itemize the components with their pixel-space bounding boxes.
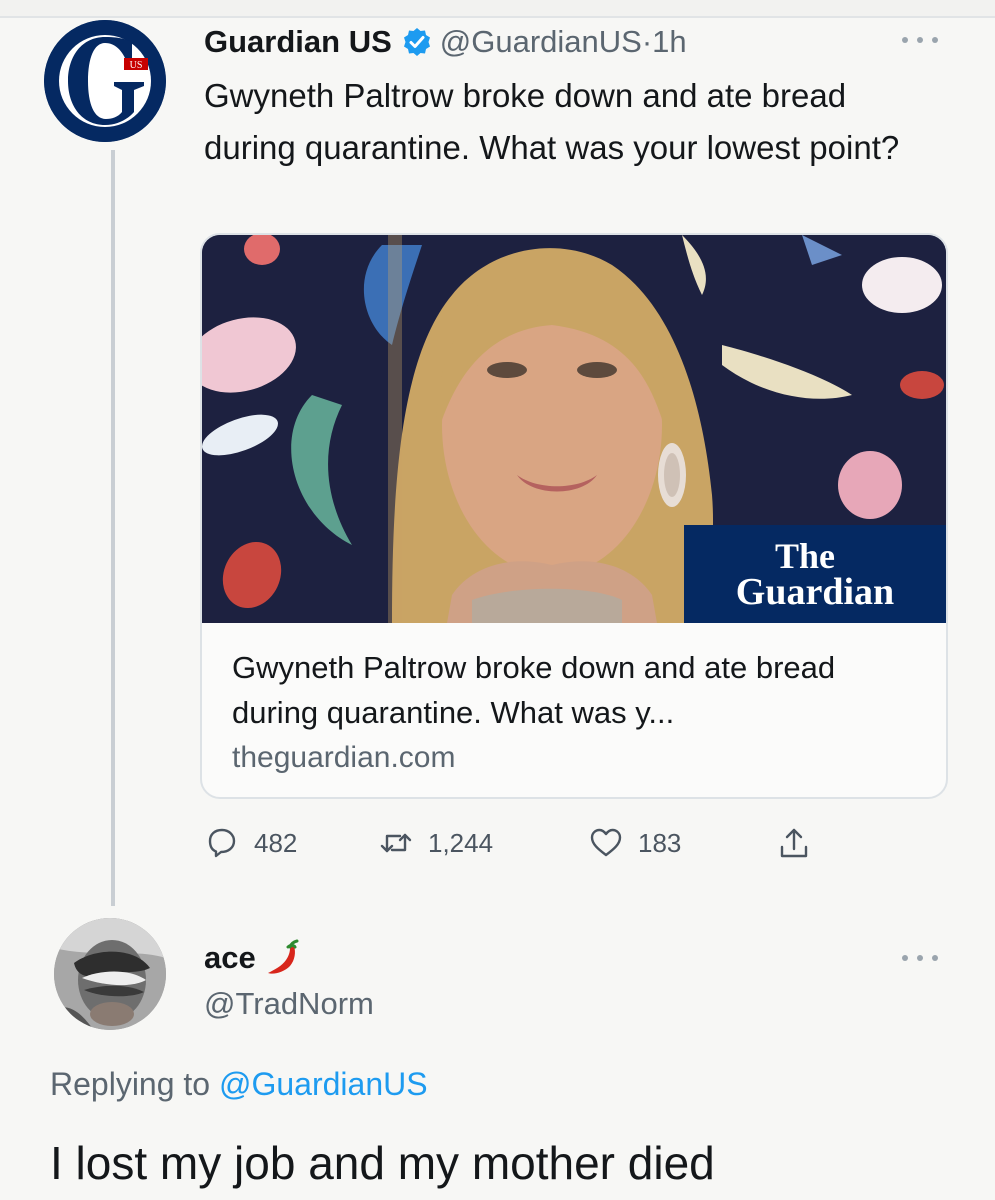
card-domain: theguardian.com: [232, 741, 456, 774]
replying-mention-link[interactable]: @GuardianUS: [219, 1066, 428, 1102]
reply-count: 482: [254, 827, 298, 858]
reply-text: I lost my job and my mother died: [50, 1137, 715, 1189]
top-divider: [0, 0, 995, 18]
reply-author-row: ace: [204, 936, 304, 980]
author-handle[interactable]: @GuardianUS: [440, 24, 642, 60]
reply-author-name[interactable]: ace: [204, 940, 256, 976]
verified-badge-icon: [402, 27, 432, 57]
ace-avatar[interactable]: [54, 918, 166, 1030]
guardian-g-logo: US: [44, 20, 166, 142]
replying-prefix: Replying to: [50, 1066, 211, 1102]
tweet-timestamp[interactable]: 1h: [652, 24, 686, 60]
reply-author-handle[interactable]: @TradNorm: [204, 986, 374, 1022]
retweet-button[interactable]: 1,244: [378, 820, 493, 866]
like-count: 183: [638, 827, 682, 858]
article-image: The Guardian: [202, 235, 946, 623]
author-name[interactable]: Guardian US: [204, 24, 392, 60]
heart-icon: [590, 828, 622, 857]
reply-icon: [208, 828, 236, 858]
guardian-wordmark: The Guardian: [684, 525, 946, 623]
us-badge: US: [130, 60, 143, 71]
logo-line-2: Guardian: [735, 571, 895, 613]
chili-pepper-icon: [264, 938, 304, 978]
retweet-count: 1,244: [428, 827, 494, 858]
more-options-icon[interactable]: [902, 30, 938, 50]
tweet-text: Gwyneth Paltrow broke down and ate bread…: [204, 77, 900, 166]
card-title: Gwyneth Paltrow broke down and ate bread…: [232, 650, 836, 730]
link-preview-card[interactable]: The Guardian Gwyneth Paltrow broke down …: [200, 233, 948, 799]
guardian-avatar[interactable]: US: [44, 20, 166, 142]
share-icon: [780, 828, 808, 858]
header-separator: ·: [641, 24, 653, 59]
tweet-header: Guardian US @GuardianUS · 1h: [204, 22, 687, 62]
share-button[interactable]: [776, 820, 826, 866]
like-button[interactable]: 183: [588, 820, 681, 866]
thread-connector-line: [111, 150, 115, 906]
reply-button[interactable]: 482: [204, 820, 297, 866]
more-options-icon[interactable]: [902, 948, 938, 968]
logo-line-1: The: [774, 536, 835, 576]
retweet-icon: [380, 833, 412, 853]
replying-to-line: Replying to @GuardianUS: [50, 1066, 428, 1103]
